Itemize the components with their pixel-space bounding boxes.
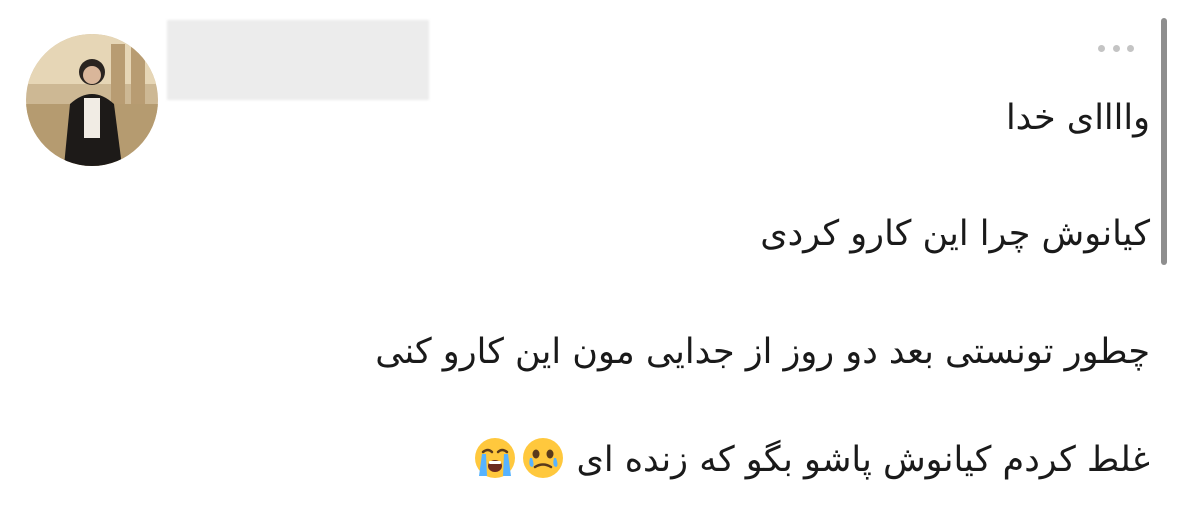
redacted-username xyxy=(167,20,429,100)
post-line: چطور تونستی بعد دو روز از جدایی مون این … xyxy=(375,332,1150,372)
loudly-crying-face-icon xyxy=(473,436,517,480)
more-dot xyxy=(1098,44,1105,52)
post-line: کیانوش چرا این کارو کردی xyxy=(760,214,1150,254)
more-dot xyxy=(1127,44,1134,52)
scrollbar[interactable] xyxy=(1161,18,1167,265)
post-line-text: غلط کردم کیانوش پاشو بگو که زنده ای xyxy=(576,440,1150,480)
more-dot xyxy=(1112,44,1120,52)
post-line: واااای خدا xyxy=(1005,98,1150,138)
post-line-with-emojis: غلط کردم کیانوش پاشو بگو که زنده ای xyxy=(469,436,1150,484)
face-holding-back-tears-icon xyxy=(521,436,565,480)
more-options-icon[interactable] xyxy=(1098,42,1134,54)
avatar[interactable] xyxy=(26,34,158,166)
